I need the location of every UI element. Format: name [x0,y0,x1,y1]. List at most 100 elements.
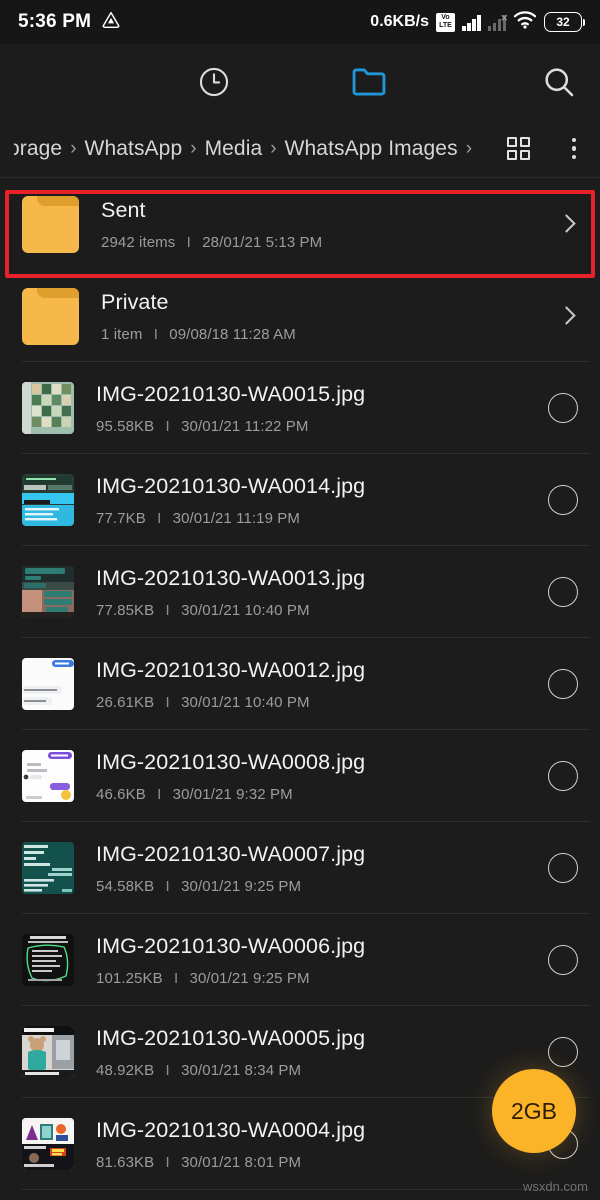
file-row[interactable]: IMG-20210130-WA0007.jpg 54.58KB I 30/01/… [0,822,600,914]
file-size: 77.7KB [96,509,146,527]
folder-row-private[interactable]: Private 1 item I 09/08/18 11:28 AM [0,270,600,362]
folder-meta: 2942 items I 28/01/21 5:13 PM [101,234,556,251]
meta-separator: I [165,693,170,711]
file-size: 54.58KB [96,877,155,895]
file-size: 77.85KB [96,601,155,619]
breadcrumb-separator: › [465,137,473,159]
file-row[interactable]: IMG-20210130-WA0008.jpg 46.6KB I 30/01/2… [0,730,600,822]
file-row[interactable]: IMG-20210130-WA0006.jpg 101.25KB I 30/01… [0,914,600,1006]
folder-row-sent[interactable]: Sent 2942 items I 28/01/21 5:13 PM [0,178,600,270]
teddy-photo-thumbnail [22,1026,74,1078]
file-row[interactable]: IMG-20210130-WA0015.jpg 95.58KB I 30/01/… [0,362,600,454]
file-select-checkbox[interactable] [548,577,578,607]
file-meta: 101.25KB I 30/01/21 9:25 PM [96,970,548,987]
folder-item-count: 1 item [101,325,143,343]
wifi-icon [513,10,537,34]
grid-view-icon[interactable] [506,137,530,160]
file-name: IMG-20210130-WA0015.jpg [96,381,366,406]
file-meta: 48.92KB I 30/01/21 8:34 PM [96,1062,548,1079]
file-date: 30/01/21 9:32 PM [172,785,293,803]
file-select-checkbox[interactable] [548,761,578,791]
file-select-checkbox[interactable] [548,485,578,515]
file-name: IMG-20210130-WA0007.jpg [96,841,366,866]
file-info: IMG-20210130-WA0013.jpg 77.85KB I 30/01/… [74,566,548,619]
file-date: 30/01/21 9:25 PM [181,877,302,895]
file-meta: 77.7KB I 30/01/21 11:19 PM [96,510,548,527]
file-select-checkbox[interactable] [548,945,578,975]
file-list: Sent 2942 items I 28/01/21 5:13 PM Priva… [0,178,600,1190]
folder-meta: 1 item I 09/08/18 11:28 AM [101,326,556,343]
file-row[interactable]: IMG-20210130-WA0012.jpg 26.61KB I 30/01/… [0,638,600,730]
folder-item-count: 2942 items [101,233,176,251]
folder-icon[interactable] [351,66,387,98]
file-row[interactable]: IMG-20210130-WA0014.jpg 77.7KB I 30/01/2… [0,454,600,546]
file-size: 26.61KB [96,693,155,711]
battery-indicator: 32 [544,12,585,32]
file-meta: 46.6KB I 30/01/21 9:32 PM [96,786,548,803]
meta-separator: I [165,877,170,895]
file-size: 48.92KB [96,1061,155,1079]
file-size: 46.6KB [96,785,146,803]
status-bar-left: 5:36 PM [18,10,121,35]
file-date: 30/01/21 8:34 PM [181,1061,302,1079]
folder-name: Sent [101,197,146,222]
meta-separator: I [173,969,179,987]
top-toolbar [0,44,600,120]
meta-separator: I [186,233,191,251]
poster-photo-thumbnail [22,1118,74,1170]
search-icon[interactable] [542,65,576,99]
hamburger-menu-icon[interactable] [24,65,64,99]
file-row[interactable]: IMG-20210130-WA0013.jpg 77.85KB I 30/01/… [0,546,600,638]
file-date: 30/01/21 10:40 PM [181,601,310,619]
file-name: IMG-20210130-WA0012.jpg [96,657,366,682]
meta-separator: I [165,1061,170,1079]
breadcrumb-item-whatsapp-images[interactable]: WhatsApp Images [285,137,458,161]
signal-bars-icon [462,14,481,31]
file-select-checkbox[interactable] [548,669,578,699]
file-meta: 26.61KB I 30/01/21 10:40 PM [96,694,548,711]
meta-separator: I [165,601,170,619]
network-speed: 0.6KB/s [370,13,429,30]
note-dark-thumbnail [22,934,74,986]
file-info: IMG-20210130-WA0006.jpg 101.25KB I 30/01… [74,934,548,987]
file-size: 101.25KB [96,969,163,987]
file-name: IMG-20210130-WA0004.jpg [96,1117,366,1142]
volte-icon: Vo LTE [436,12,455,32]
breadcrumb-item-storage[interactable]: orage [14,137,62,161]
chevron-right-icon[interactable] [556,213,578,235]
collage-grid-thumbnail [22,382,74,434]
clock-icon[interactable] [197,65,231,99]
folder-icon [22,287,79,345]
file-select-checkbox[interactable] [548,1037,578,1067]
watermark: wsxdn.com [522,1179,588,1194]
file-info: IMG-20210130-WA0005.jpg 48.92KB I 30/01/… [74,1026,548,1079]
file-date: 30/01/21 9:25 PM [189,969,310,987]
folder-date: 28/01/21 5:13 PM [202,233,323,251]
file-size: 81.63KB [96,1153,155,1171]
file-info: IMG-20210130-WA0014.jpg 77.7KB I 30/01/2… [74,474,548,527]
file-date: 30/01/21 8:01 PM [181,1153,302,1171]
signal-bars-disabled-icon: ✕ [487,13,508,31]
meta-separator: I [153,325,159,343]
drive-triangle-icon [101,10,121,35]
file-select-checkbox[interactable] [548,393,578,423]
chat-teal-thumbnail [22,566,74,618]
chevron-right-icon[interactable] [556,305,578,327]
meta-separator: I [165,417,170,435]
status-bar-right: 0.6KB/s Vo LTE ✕ 32 [370,10,585,34]
folder-name: Private [101,289,169,314]
breadcrumb-separator: › [190,137,197,159]
more-vertical-icon[interactable] [564,134,585,164]
file-info: IMG-20210130-WA0008.jpg 46.6KB I 30/01/2… [74,750,548,803]
file-select-checkbox[interactable] [548,853,578,883]
breadcrumb-separator: › [270,137,277,159]
screenshot-cyan-thumbnail [22,474,74,526]
file-date: 30/01/21 10:40 PM [181,693,310,711]
volte-bottom: LTE [439,22,452,29]
folder-info: Sent 2942 items I 28/01/21 5:13 PM [79,198,556,251]
breadcrumb-item-media[interactable]: Media [205,137,263,161]
status-bar: 5:36 PM 0.6KB/s Vo LTE ✕ 32 [0,0,600,44]
breadcrumb-item-whatsapp[interactable]: WhatsApp [85,137,183,161]
storage-size-fab[interactable]: 2GB [492,1069,576,1153]
breadcrumb-separator: › [70,137,77,159]
